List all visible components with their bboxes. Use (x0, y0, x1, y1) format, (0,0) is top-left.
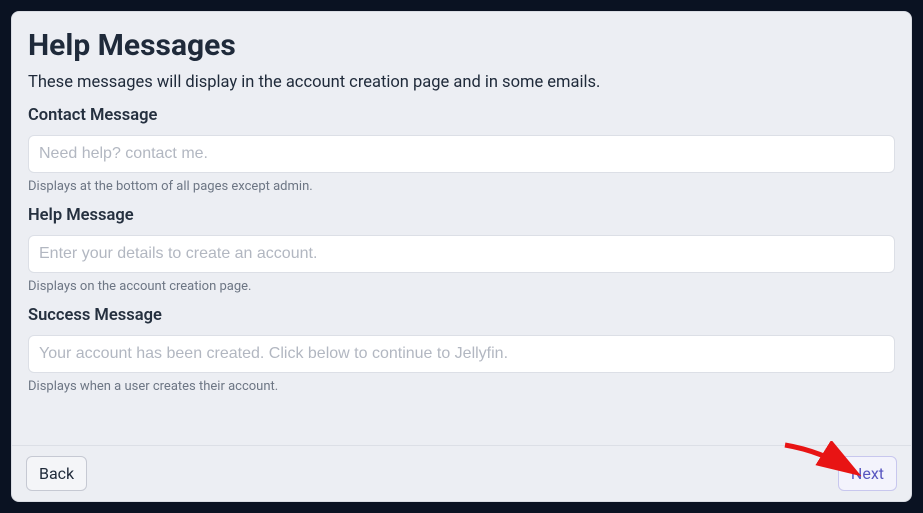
help-message-input[interactable] (28, 235, 895, 273)
success-message-input[interactable] (28, 335, 895, 373)
contact-message-hint: Displays at the bottom of all pages exce… (28, 179, 895, 194)
page-subtitle: These messages will display in the accou… (28, 73, 895, 92)
next-button[interactable]: Next (838, 456, 897, 491)
help-messages-card: Help Messages These messages will displa… (11, 11, 912, 502)
help-message-hint: Displays on the account creation page. (28, 279, 895, 294)
card-body: Help Messages These messages will displa… (12, 12, 911, 445)
page-title: Help Messages (28, 28, 895, 63)
back-button[interactable]: Back (26, 456, 87, 491)
success-message-label: Success Message (28, 306, 895, 325)
contact-message-label: Contact Message (28, 106, 895, 125)
card-footer: Back Next (12, 445, 911, 501)
help-message-label: Help Message (28, 206, 895, 225)
success-message-hint: Displays when a user creates their accou… (28, 379, 895, 394)
contact-message-input[interactable] (28, 135, 895, 173)
